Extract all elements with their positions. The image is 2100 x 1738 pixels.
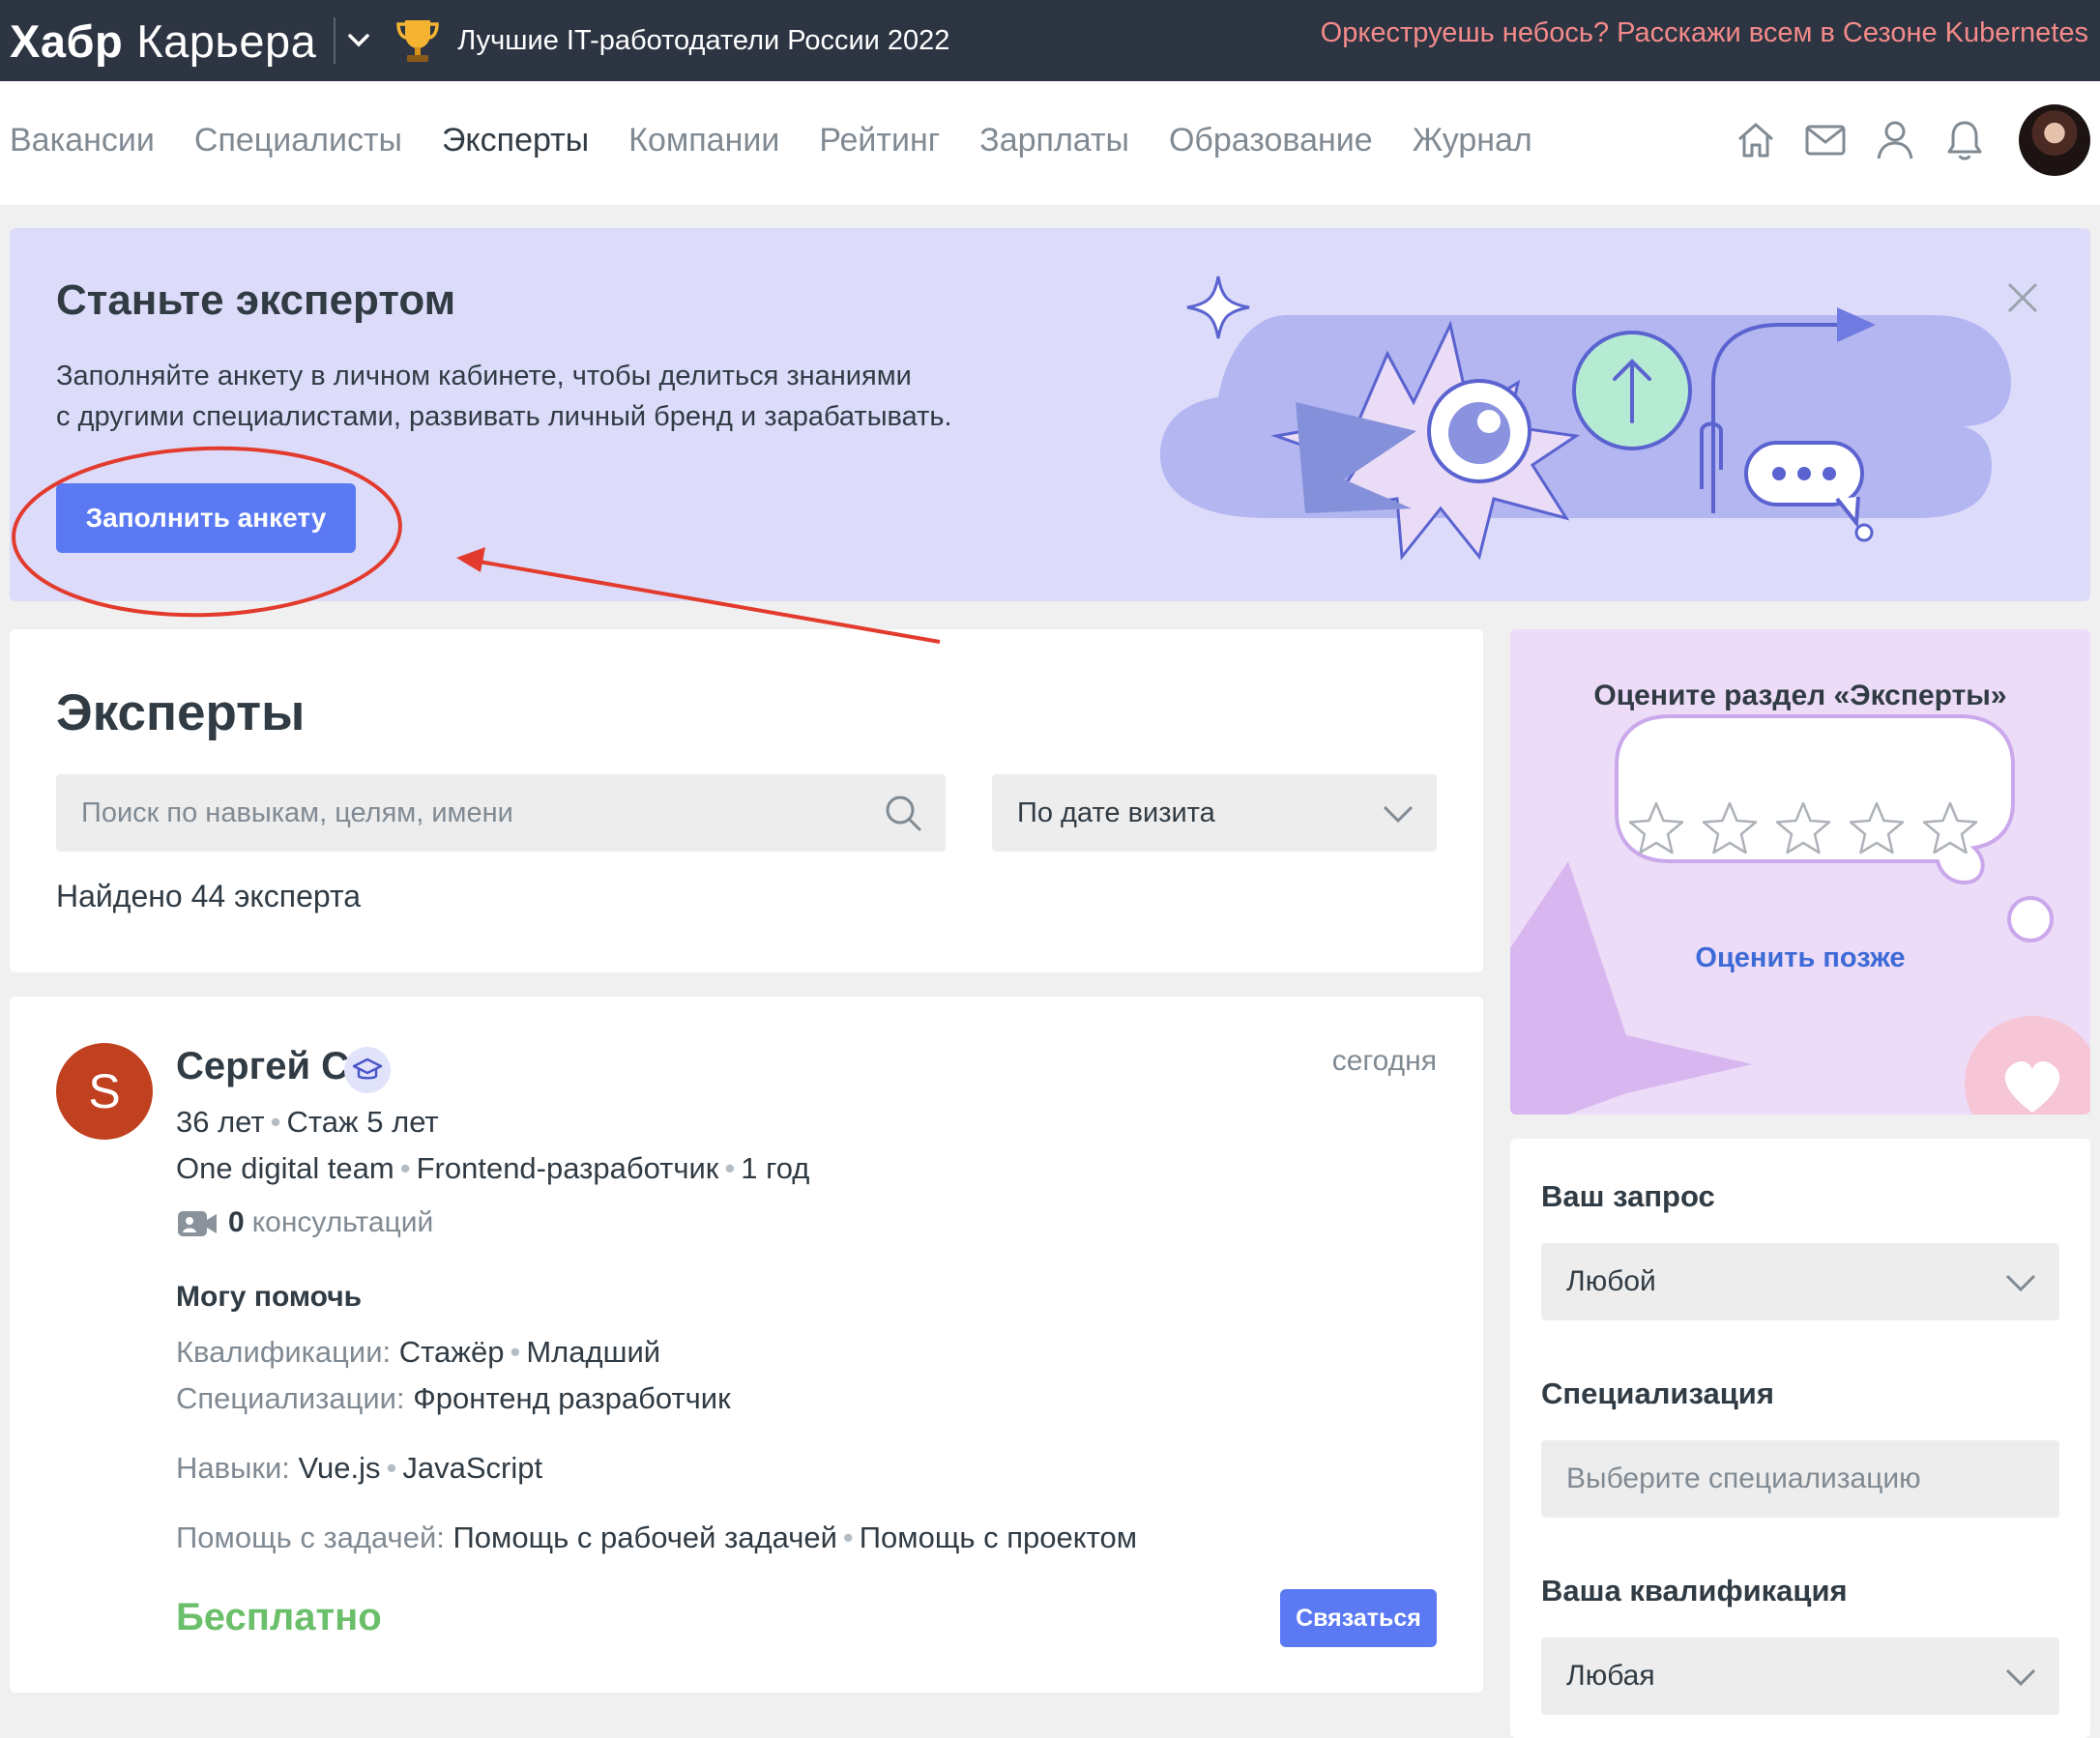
nav-item-experts[interactable]: Эксперты [442,122,589,159]
banner-text-line: Заполняйте анкету в личном кабинете, что… [56,361,912,391]
skill: JavaScript [402,1451,543,1485]
qualification: Стажёр [398,1335,505,1369]
nav-item-salaries[interactable]: Зарплаты [979,122,1129,159]
filter-spec-placeholder: Выберите специализацию [1566,1463,1921,1494]
main-nav: Вакансии Специалисты Эксперты Компании Р… [0,81,2100,205]
logo-bold: Хабр [10,14,124,67]
chevron-down-icon [2005,1668,2036,1687]
rating-title: Оцените раздел «Эксперты» [1593,680,2007,711]
expert-illustration [1160,275,2011,561]
nav-item-companies[interactable]: Компании [628,122,779,159]
skills-row: Навыки: Vue.js • JavaScript [176,1451,543,1485]
page-title: Эксперты [56,684,306,741]
search-input[interactable] [56,774,946,852]
nav-item-journal[interactable]: Журнал [1413,122,1532,159]
qualifications-row: Квалификации: Стажёр • Младший [176,1335,661,1369]
can-help-heading: Могу помочь [176,1281,363,1313]
filter-spec-label: Специализация [1541,1376,1774,1410]
video-camera-icon [178,1211,217,1236]
skills-label: Навыки: [176,1451,290,1485]
chevron-down-icon [1383,805,1414,824]
fill-form-button[interactable]: Заполнить анкету [56,483,356,553]
avatar[interactable] [2019,104,2090,176]
filter-qual-select[interactable]: Любая [1541,1637,2059,1715]
help-type: Помощь с рабочей задачей [452,1521,837,1554]
filter-spec-input[interactable]: Выберите специализацию [1541,1440,2059,1518]
chevron-down-icon[interactable] [335,17,382,64]
sort-value: По дате визита [1017,797,1215,828]
expert-age: 36 лет [176,1105,265,1139]
consultations-label: консультаций [251,1206,434,1238]
qualification: Младший [526,1335,661,1369]
expert-experience: Стаж 5 лет [286,1105,439,1139]
logo-light: Карьера [136,14,317,67]
consultations-count: 0 консультаций [176,1205,433,1240]
contact-button[interactable]: Связаться [1280,1589,1437,1647]
star-icon[interactable] [1920,799,1980,859]
graduation-cap-icon [344,1047,391,1093]
expert-job: One digital team • Frontend-разработчик • 1 … [176,1151,810,1185]
expert-meta: 36 лет • Стаж 5 лет [176,1105,439,1139]
mail-icon[interactable] [1798,113,1852,167]
rating-widget: Оцените раздел «Эксперты» Оценить позже [1510,629,2090,1115]
star-icon[interactable] [1700,799,1760,859]
site-logo[interactable]: Хабр Карьера [10,14,316,68]
help-label: Помощь с задачей: [176,1521,445,1554]
become-expert-banner: Станьте экспертом Заполняйте анкету в ли… [10,228,2090,601]
consultations-number: 0 [228,1206,245,1238]
expert-card[interactable]: S Сергей С сегодня 36 лет • Стаж 5 лет One… [10,997,1483,1693]
star-rating[interactable] [1626,799,1994,859]
filter-request-label: Ваш запрос [1541,1179,1715,1213]
banner-text-line: с другими специалистами, развивать личны… [56,401,952,432]
home-icon[interactable] [1729,113,1783,167]
bell-icon[interactable] [1938,113,1992,167]
help-type: Помощь с проектом [859,1521,1138,1554]
chevron-down-icon [2005,1274,2036,1292]
nav-item-vacancies[interactable]: Вакансии [10,122,155,159]
nav-item-education[interactable]: Образование [1169,122,1373,159]
results-count: Найдено 44 эксперта [56,879,362,913]
trophy-icon [392,14,444,67]
qualifications-label: Квалификации: [176,1335,392,1369]
search-icon[interactable] [884,794,922,832]
star-icon[interactable] [1773,799,1833,859]
expert-role: Frontend-разработчик [416,1151,719,1185]
filters-panel: Ваш запрос Любой Специализация Выберите … [1510,1139,2090,1738]
banner-text: Заполняйте анкету в личном кабинете, что… [56,356,1071,437]
expert-duration: 1 год [741,1151,810,1185]
help-row: Помощь с задачей: Помощь с рабочей задач… [176,1521,1138,1554]
rate-later-link[interactable]: Оценить позже [1510,942,2090,974]
filter-request-value: Любой [1566,1265,1656,1297]
specialization: Фронтенд разработчик [413,1381,731,1415]
star-icon[interactable] [1847,799,1907,859]
banner-title: Станьте экспертом [56,276,456,324]
sort-select[interactable]: По дате визита [992,774,1437,852]
filter-request-select[interactable]: Любой [1541,1243,2059,1320]
expert-company: One digital team [176,1151,394,1185]
specializations-label: Специализации: [176,1381,405,1415]
promo-link-kubernetes[interactable]: Оркеструешь небось? Расскажи всем в Сезо… [1321,17,2088,49]
nav-item-rating[interactable]: Рейтинг [819,122,940,159]
promo-link-employers[interactable]: Лучшие IT-работодатели России 2022 [457,25,949,57]
nav-item-specialists[interactable]: Специалисты [194,122,402,159]
star-icon[interactable] [1626,799,1686,859]
top-bar: Хабр Карьера Лучшие IT-работодатели Росс… [0,0,2100,81]
last-visit-date: сегодня [1331,1045,1437,1077]
specializations-row: Специализации: Фронтенд разработчик [176,1381,731,1416]
experts-search-card: Эксперты По дате визита Найдено 44 экспе… [10,629,1483,972]
filter-qual-label: Ваша квалификация [1541,1574,1848,1608]
skill: Vue.js [298,1451,381,1485]
expert-name[interactable]: Сергей С [176,1045,349,1088]
user-icon[interactable] [1868,113,1922,167]
expert-avatar[interactable]: S [56,1043,153,1140]
price-label: Бесплатно [176,1596,382,1638]
filter-qual-value: Любая [1566,1660,1655,1692]
